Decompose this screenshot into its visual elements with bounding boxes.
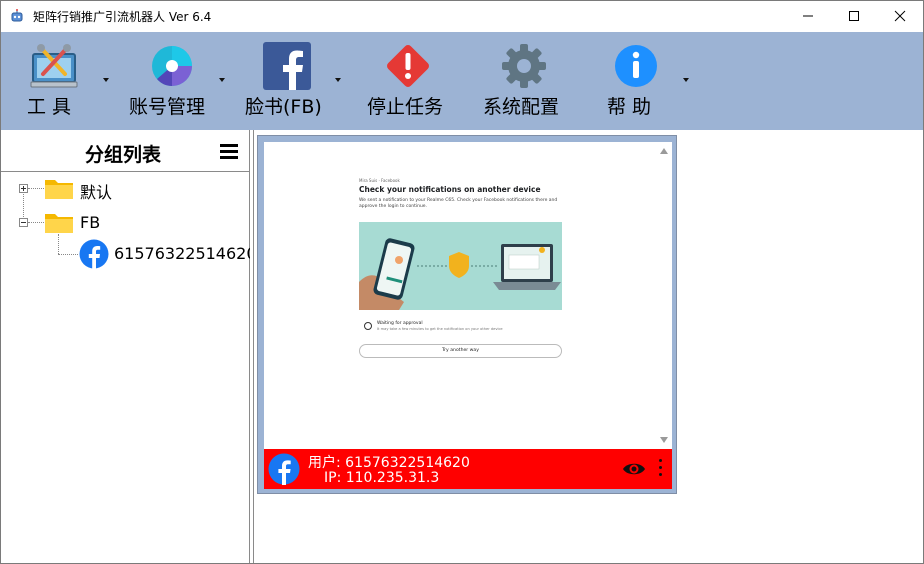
tree-item-label: 61576322514620 bbox=[114, 244, 257, 263]
folder-icon bbox=[45, 180, 73, 199]
tree-item-default-group[interactable]: 默认 bbox=[1, 176, 249, 202]
gear-icon bbox=[502, 44, 546, 88]
browser-screen[interactable]: Mira Suis · Facebook Check your notifica… bbox=[264, 142, 672, 449]
account-user-label: 用户: 61576322514620 bbox=[308, 455, 470, 471]
account-browser-card[interactable]: Mira Suis · Facebook Check your notifica… bbox=[257, 135, 677, 494]
more-options-icon[interactable] bbox=[657, 459, 663, 479]
minimize-icon bbox=[803, 15, 813, 17]
facebook-icon bbox=[79, 239, 109, 269]
fb-login-content: Mira Suis · Facebook Check your notifica… bbox=[359, 178, 569, 210]
tree-item-fb-group[interactable]: FB bbox=[1, 210, 249, 236]
tree-item-account[interactable]: 61576322514620 bbox=[1, 239, 257, 269]
toolbar-facebook-button[interactable]: 脸书(FB) bbox=[245, 32, 345, 130]
info-icon bbox=[615, 45, 657, 87]
chevron-down-icon[interactable] bbox=[683, 78, 689, 82]
toolbar-settings-label: 系统配置 bbox=[483, 96, 560, 118]
device-approval-illustration bbox=[359, 222, 562, 310]
try-another-way-button[interactable]: Try another way bbox=[359, 344, 562, 358]
stop-warning-icon bbox=[387, 45, 429, 87]
phone-laptop-illustration-icon bbox=[359, 222, 562, 310]
tree-item-label: 默认 bbox=[80, 183, 113, 202]
robot-app-icon bbox=[11, 9, 23, 22]
waiting-radio[interactable] bbox=[364, 322, 372, 330]
chevron-down-icon[interactable] bbox=[219, 78, 225, 82]
title-bar: 矩阵行销推广引流机器人 Ver 6.4 bbox=[1, 1, 923, 32]
group-list-header: 分组列表 bbox=[1, 130, 249, 172]
expand-plus-icon[interactable] bbox=[19, 184, 28, 193]
chevron-down-icon[interactable] bbox=[103, 78, 109, 82]
toolbar-help-button[interactable]: 帮 助 bbox=[603, 32, 695, 130]
main-toolbar: 工 具 账号管理 脸书(FB) 停止任务 系统配置 帮 助 bbox=[1, 32, 923, 130]
group-list-title: 分组列表 bbox=[85, 144, 162, 166]
pie-chart-icon bbox=[152, 46, 192, 86]
facebook-icon bbox=[263, 42, 311, 90]
waiting-approval-title: Waiting for approval bbox=[377, 321, 423, 326]
fb-heading: Check your notifications on another devi… bbox=[359, 185, 541, 194]
fb-account-header: Mira Suis · Facebook bbox=[359, 178, 400, 183]
scroll-down-icon[interactable] bbox=[660, 437, 668, 443]
toolbar-tools-label: 工 具 bbox=[27, 96, 72, 118]
app-window: 矩阵行销推广引流机器人 Ver 6.4 工 具 账号管理 脸书(FB) 停止任务… bbox=[0, 0, 924, 564]
folder-icon bbox=[45, 214, 73, 233]
toolbar-stop-task-button[interactable]: 停止任务 bbox=[365, 32, 449, 130]
group-list-panel: 分组列表 默认 FB 61576322514620 bbox=[1, 130, 257, 563]
maximize-icon bbox=[849, 11, 859, 21]
hamburger-menu-icon[interactable] bbox=[220, 144, 238, 160]
minimize-button[interactable] bbox=[785, 1, 831, 32]
collapse-minus-icon[interactable] bbox=[19, 218, 28, 227]
toolbar-tools-button[interactable]: 工 具 bbox=[21, 32, 113, 130]
maximize-button[interactable] bbox=[831, 1, 877, 32]
scroll-up-icon[interactable] bbox=[660, 148, 668, 154]
toolbar-stop-task-label: 停止任务 bbox=[367, 96, 444, 118]
toolbar-facebook-label: 脸书(FB) bbox=[245, 96, 322, 118]
tree-item-label: FB bbox=[80, 213, 101, 232]
tools-icon bbox=[30, 44, 78, 88]
toolbar-settings-button[interactable]: 系统配置 bbox=[481, 32, 565, 130]
account-ip-label: IP: 110.235.31.3 bbox=[324, 470, 440, 486]
toolbar-account-label: 账号管理 bbox=[129, 96, 206, 118]
eye-icon[interactable] bbox=[622, 460, 646, 478]
account-status-bar: 用户: 61576322514620 IP: 110.235.31.3 bbox=[264, 449, 672, 489]
window-title: 矩阵行销推广引流机器人 Ver 6.4 bbox=[33, 10, 212, 24]
waiting-approval-subtitle: It may take a few minutes to get the not… bbox=[377, 327, 503, 331]
toolbar-help-label: 帮 助 bbox=[607, 96, 652, 118]
close-button[interactable] bbox=[877, 1, 923, 32]
toolbar-account-button[interactable]: 账号管理 bbox=[129, 32, 229, 130]
fb-description: We sent a notification to your Realme C6… bbox=[359, 198, 558, 209]
close-icon bbox=[894, 10, 906, 22]
facebook-icon bbox=[268, 453, 300, 485]
chevron-down-icon[interactable] bbox=[335, 78, 341, 82]
splitter[interactable] bbox=[250, 130, 254, 563]
